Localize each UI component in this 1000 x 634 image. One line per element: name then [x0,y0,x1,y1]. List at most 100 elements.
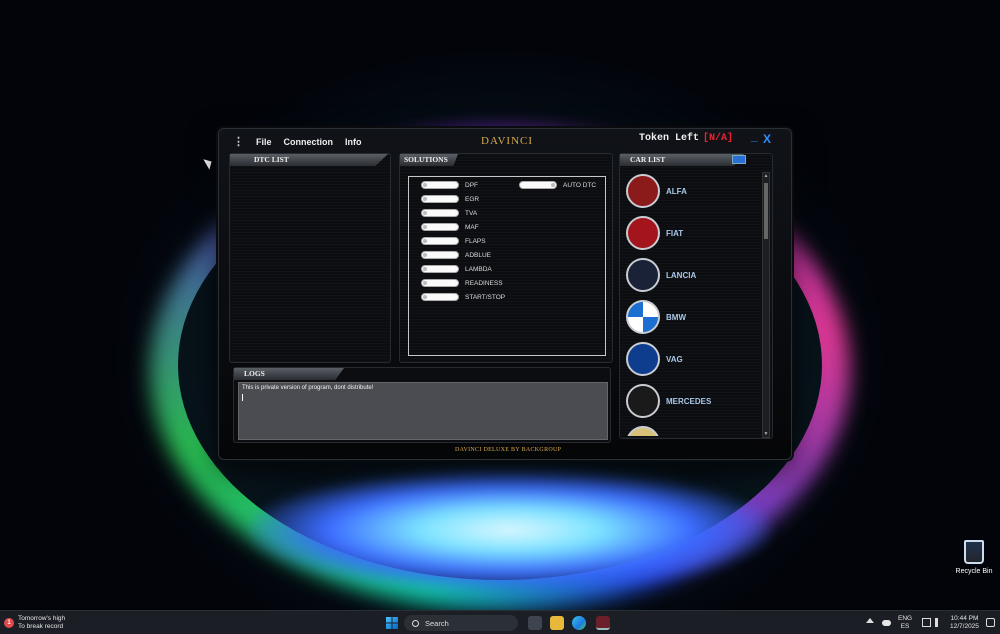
car-name: MERCEDES [666,396,712,406]
solution-label: READINESS [465,279,503,287]
solution-label: DPF [465,181,478,189]
menu-file[interactable]: File [256,137,272,147]
weather-line2: To break record [18,623,64,630]
solution-adblue: ADBLUE [421,251,491,259]
vw-logo-icon [626,342,660,376]
token-value: [N/A] [703,133,734,144]
tray-chevron-icon[interactable] [866,618,874,623]
car-list-panel: CAR LIST ALFA FIAT LANCIA BMW VAG MERCED… [619,153,773,439]
task-view-icon[interactable] [528,616,542,630]
clock[interactable]: 10:44 PM 12/7/2025 [950,615,979,631]
toggle-switch[interactable] [421,251,459,259]
solution-dpf: DPF [421,181,478,189]
language-line2: ES [900,623,910,630]
clock-time: 10:44 PM [950,615,979,622]
app-title: DAVINCI [481,135,534,147]
menu-connection[interactable]: Connection [284,137,334,147]
solution-maf: MAF [421,223,479,231]
toggle-switch[interactable] [421,181,459,189]
car-item-lancia[interactable]: LANCIA [626,258,696,292]
solution-label: START/STOP [465,293,506,301]
toggle-switch[interactable] [421,237,459,245]
menu-bar: ⋮ File Connection Info [233,135,362,148]
recycle-bin-label: Recycle Bin [955,568,993,575]
taskbar-search[interactable]: Search [404,615,518,631]
car-name: FIAT [666,228,684,238]
toggle-switch[interactable] [421,195,459,203]
car-item-vag[interactable]: VAG [626,342,683,376]
language-indicator[interactable]: ENG ES [898,615,912,631]
wallpaper-glow-bottom [250,470,770,590]
recycle-bin[interactable]: Recycle Bin [950,540,998,575]
menu-info[interactable]: Info [345,137,362,147]
car-item-alfa[interactable]: ALFA [626,174,687,208]
bmw-logo-icon [626,300,660,334]
solutions-header: SOLUTIONS [400,154,458,166]
toggle-switch[interactable] [421,265,459,273]
solution-label: MAF [465,223,479,231]
minimize-button[interactable]: _ [751,129,758,143]
log-text: This is private version of program, dont… [242,385,374,391]
solution-flaps: FLAPS [421,237,486,245]
car-list-scrollbar[interactable]: ▲ ▼ [762,172,770,438]
app-footer: DAVINCI DELUXE BY BACKGROUP [455,447,562,453]
taskbar: 1 Tomorrow's high To break record Search… [0,610,1000,634]
car-name: BMW [666,312,686,322]
close-button[interactable]: X [763,132,771,146]
edge-browser-icon[interactable] [572,616,586,630]
car-name: ALFA [666,186,687,196]
solution-label: FLAPS [465,237,486,245]
car-item-fiat[interactable]: FIAT [626,216,683,250]
search-icon [412,619,419,627]
weather-alert-icon: 1 [4,618,14,628]
onedrive-icon[interactable] [882,620,891,626]
solution-tva: TVA [421,209,477,217]
volume-icon[interactable] [935,618,944,627]
car-list: ALFA FIAT LANCIA BMW VAG MERCEDES [626,170,760,436]
solution-label: TVA [465,209,478,217]
toggle-switch[interactable] [421,279,459,287]
solutions-panel: SOLUTIONS DPF EGR TVA MAF FLAPS ADBLUE L… [399,153,613,363]
file-explorer-icon[interactable] [550,616,564,630]
fiat-logo-icon [626,216,660,250]
scroll-thumb[interactable] [764,183,768,239]
scroll-up-icon[interactable]: ▲ [763,173,769,179]
language-line1: ENG [898,615,913,622]
recycle-bin-icon [964,540,984,564]
solutions-box: DPF EGR TVA MAF FLAPS ADBLUE LAMBDA READ… [408,176,606,356]
dtc-list-panel: DTC LIST [229,153,391,363]
solution-start-stop: START/STOP [421,293,505,301]
solution-label: EGR [465,195,480,203]
log-caret [242,394,243,401]
car-item-bmw[interactable]: BMW [626,300,686,334]
alfa-romeo-logo-icon [626,174,660,208]
lancia-logo-icon [626,258,660,292]
menu-dots-icon[interactable]: ⋮ [233,135,244,148]
logs-header: LOGS [234,368,344,380]
car-item-partial[interactable] [626,426,660,436]
davinci-app-icon[interactable] [596,616,610,630]
davinci-window: ⋮ File Connection Info DAVINCI Token Lef… [218,128,792,460]
token-status: Token Left [N/A] [639,133,733,144]
car-list-view-button[interactable] [732,155,746,164]
mercedes-logo-icon [626,384,660,418]
car-list-header: CAR LIST [620,154,744,166]
solution-readiness: READINESS [421,279,503,287]
weather-text: Tomorrow's high To break record [18,615,65,631]
notification-bell-icon[interactable] [986,618,995,627]
toggle-switch[interactable] [421,223,459,231]
auto-dtc-toggle[interactable] [519,181,557,189]
weather-widget[interactable]: 1 Tomorrow's high To break record [4,615,65,631]
scroll-down-icon[interactable]: ▼ [763,431,769,437]
start-button-icon[interactable] [386,617,398,629]
search-label: Search [425,618,449,628]
weather-line1: Tomorrow's high [18,615,66,622]
logs-panel: LOGS This is private version of program,… [233,367,611,443]
network-icon[interactable] [922,618,931,627]
toggle-switch[interactable] [421,209,459,217]
log-output[interactable]: This is private version of program, dont… [238,382,608,440]
token-label: Token Left [639,133,700,144]
car-item-mercedes[interactable]: MERCEDES [626,384,711,418]
solution-label: LAMBDA [465,265,492,273]
toggle-switch[interactable] [421,293,459,301]
